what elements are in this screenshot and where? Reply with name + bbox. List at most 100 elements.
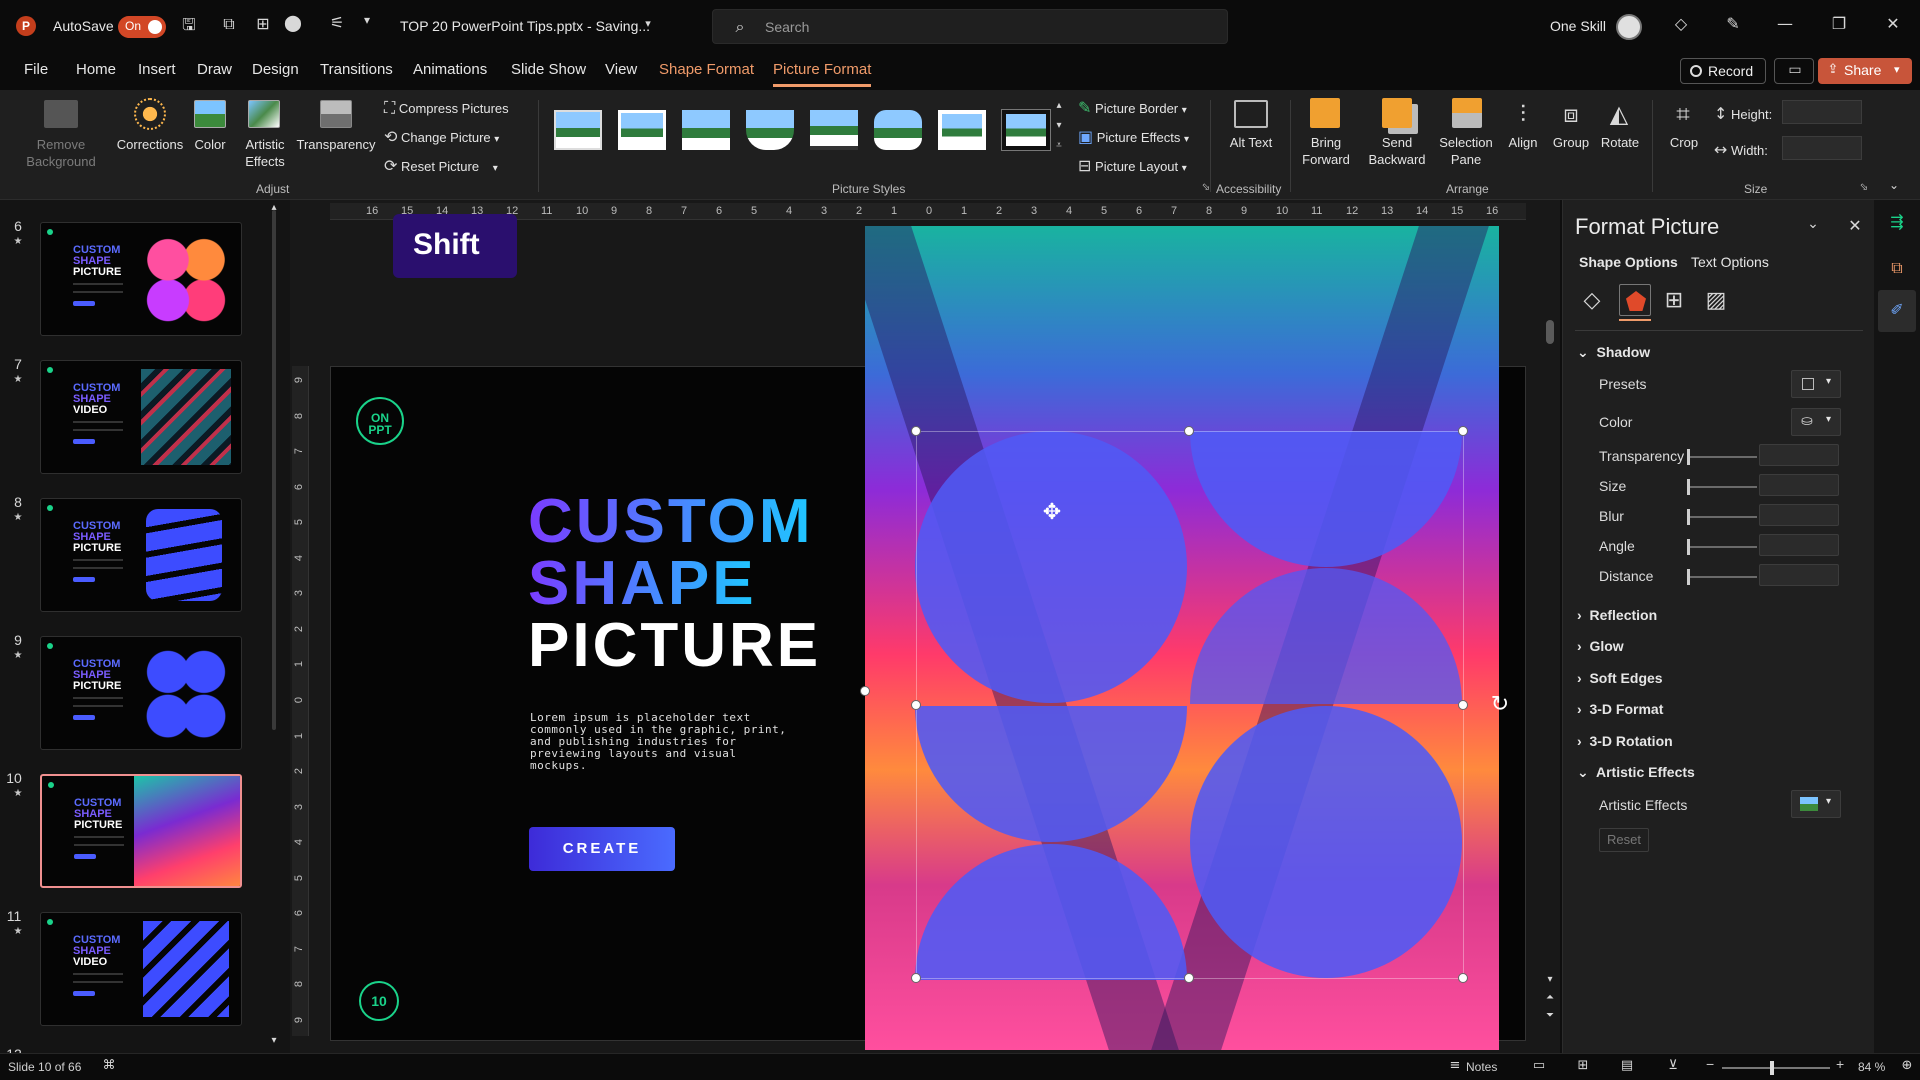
next-slide-icon[interactable]: ⏷ <box>1542 1010 1558 1021</box>
picture-style-4[interactable] <box>746 110 794 150</box>
collapse-ribbon-icon[interactable]: ⌄ <box>1886 178 1902 192</box>
minimize-icon[interactable]: — <box>1774 14 1796 33</box>
diamond-icon[interactable]: ◇ <box>1670 14 1692 33</box>
slide-thumbnail-10[interactable]: CUSTOM SHAPE PICTURE <box>40 774 242 888</box>
shapes-icon[interactable]: ⬤ <box>282 13 304 32</box>
avatar[interactable] <box>1616 14 1642 40</box>
zoom-out-icon[interactable]: − <box>1706 1056 1714 1072</box>
effects-tab-button[interactable] <box>1619 284 1651 316</box>
resize-handle[interactable] <box>1184 973 1194 983</box>
pen-icon[interactable]: ✎ <box>1722 14 1744 33</box>
share-button[interactable]: ⇪ Share ▾ <box>1818 58 1912 84</box>
slider-thumb[interactable] <box>1687 569 1690 585</box>
zoom-in-icon[interactable]: + <box>1836 1056 1844 1072</box>
tab-slide-show[interactable]: Slide Show <box>511 61 586 78</box>
picture-style-1[interactable] <box>554 110 602 150</box>
section-artistic-effects[interactable]: ⌄ Artistic Effects <box>1577 764 1695 781</box>
blur-spinner[interactable] <box>1759 504 1839 526</box>
transparency-button[interactable]: Transparency <box>296 136 376 153</box>
slide-thumbnail-8[interactable]: CUSTOM SHAPE PICTURE <box>40 498 242 612</box>
rotate-handle-icon[interactable]: ↻ <box>1488 692 1512 717</box>
dialog-launcher-icon[interactable]: ⬂ <box>1858 182 1870 193</box>
chevron-down-icon[interactable]: ▾ <box>640 17 656 30</box>
section-3d-rotation[interactable]: › 3-D Rotation <box>1577 733 1673 749</box>
resize-handle[interactable] <box>1458 973 1468 983</box>
picture-style-2[interactable] <box>618 110 666 150</box>
tab-transitions[interactable]: Transitions <box>320 61 393 78</box>
tab-text-options[interactable]: Text Options <box>1691 254 1769 270</box>
resize-handle[interactable] <box>911 700 921 710</box>
size-properties-icon[interactable]: ⊞ <box>1661 288 1687 313</box>
thumbnail-scrollbar[interactable] <box>272 210 276 730</box>
format-shape-icon[interactable]: ⧉ <box>1886 258 1908 278</box>
pane-options-icon[interactable]: ⌄ <box>1803 216 1823 232</box>
compress-pictures-button[interactable]: ⛶ Compress Pictures <box>384 98 509 118</box>
tab-draw[interactable]: Draw <box>197 61 232 78</box>
reading-view-icon[interactable]: ▤ <box>1618 1058 1636 1073</box>
align-icon[interactable]: ⊞ <box>252 14 274 33</box>
notes-icon[interactable]: ≡ <box>1446 1058 1464 1073</box>
picture-border-button[interactable]: ✎ Picture Border ▾ <box>1078 98 1187 117</box>
alt-text-button[interactable]: Alt Text <box>1228 134 1274 151</box>
transparency-slider[interactable] <box>1687 449 1757 465</box>
fit-to-window-icon[interactable]: ⊕ <box>1898 1058 1916 1073</box>
record-button[interactable]: Record <box>1680 58 1766 84</box>
tab-design[interactable]: Design <box>252 61 299 78</box>
gallery-up-icon[interactable]: ▴ <box>1052 100 1066 111</box>
resize-handle[interactable] <box>1458 700 1468 710</box>
presets-dropdown[interactable]: ▾ <box>1791 370 1841 398</box>
rotate-button[interactable]: Rotate <box>1596 134 1644 151</box>
picture-effects-button[interactable]: ▣ Picture Effects ▾ <box>1078 127 1189 146</box>
slider-thumb[interactable] <box>1687 479 1690 495</box>
format-painter-icon[interactable]: ⚟ <box>326 13 348 32</box>
width-input[interactable] <box>1782 136 1862 160</box>
user-name[interactable]: One Skill <box>1550 18 1606 34</box>
align-button[interactable]: Align <box>1500 134 1546 151</box>
size-slider[interactable] <box>1687 479 1757 495</box>
canvas-scrollbar[interactable] <box>1546 320 1554 344</box>
reset-picture-button[interactable]: ⟳ Reset Picture ▾ <box>384 156 498 175</box>
create-button[interactable]: CREATE <box>529 827 675 871</box>
color-button[interactable]: Color <box>190 136 230 153</box>
distance-spinner[interactable] <box>1759 564 1839 586</box>
blur-slider[interactable] <box>1687 509 1757 525</box>
normal-view-icon[interactable]: ▭ <box>1530 1058 1548 1073</box>
slide-sorter-icon[interactable]: ⊞ <box>1574 1058 1592 1073</box>
tab-file[interactable]: File <box>24 61 48 78</box>
section-shadow[interactable]: ⌄ Shadow <box>1577 344 1650 361</box>
artistic-effects-button[interactable]: Artistic Effects <box>232 136 298 170</box>
tab-home[interactable]: Home <box>76 61 116 78</box>
resize-handle[interactable] <box>911 426 921 436</box>
close-icon[interactable]: ✕ <box>1882 14 1904 33</box>
scroll-down-icon[interactable]: ▾ <box>266 1035 282 1046</box>
size-spinner[interactable] <box>1759 474 1839 496</box>
tab-picture-format[interactable]: Picture Format <box>773 61 871 78</box>
transparency-spinner[interactable] <box>1759 444 1839 466</box>
scroll-down-icon[interactable]: ▾ <box>1542 974 1558 985</box>
gallery-down-icon[interactable]: ▾ <box>1052 120 1066 131</box>
section-reflection[interactable]: › Reflection <box>1577 607 1657 623</box>
zoom-slider-thumb[interactable] <box>1770 1061 1774 1075</box>
designer-icon[interactable]: ⇶ <box>1886 212 1908 231</box>
picture-layout-button[interactable]: ⊟ Picture Layout ▾ <box>1078 156 1187 175</box>
autosave-toggle[interactable]: On <box>118 16 166 38</box>
crop-button[interactable]: Crop <box>1664 134 1704 151</box>
picture-style-7[interactable] <box>938 110 986 150</box>
format-picture-side-button[interactable]: ✐ <box>1878 290 1916 332</box>
slider-thumb[interactable] <box>1687 539 1690 555</box>
zoom-level[interactable]: 84 % <box>1858 1060 1885 1074</box>
section-3d-format[interactable]: › 3-D Format <box>1577 701 1663 717</box>
accessibility-check-icon[interactable]: ⌘ <box>100 1058 118 1073</box>
fill-line-icon[interactable]: ◇ <box>1579 288 1605 313</box>
resize-handle[interactable] <box>860 686 870 696</box>
picture-styles-gallery[interactable] <box>548 102 1068 164</box>
tab-insert[interactable]: Insert <box>138 61 176 78</box>
zoom-slider[interactable] <box>1722 1061 1830 1075</box>
notes-button[interactable]: Notes <box>1466 1060 1497 1074</box>
change-picture-button[interactable]: ⟲ Change Picture ▾ <box>384 127 499 146</box>
close-icon[interactable]: ✕ <box>1845 216 1865 235</box>
height-input[interactable] <box>1782 100 1862 124</box>
document-title[interactable]: TOP 20 PowerPoint Tips.pptx - Saving... <box>400 18 650 34</box>
search-box[interactable]: ⌕ Search <box>712 9 1228 44</box>
customize-toolbar-icon[interactable]: ▾ <box>358 13 376 27</box>
